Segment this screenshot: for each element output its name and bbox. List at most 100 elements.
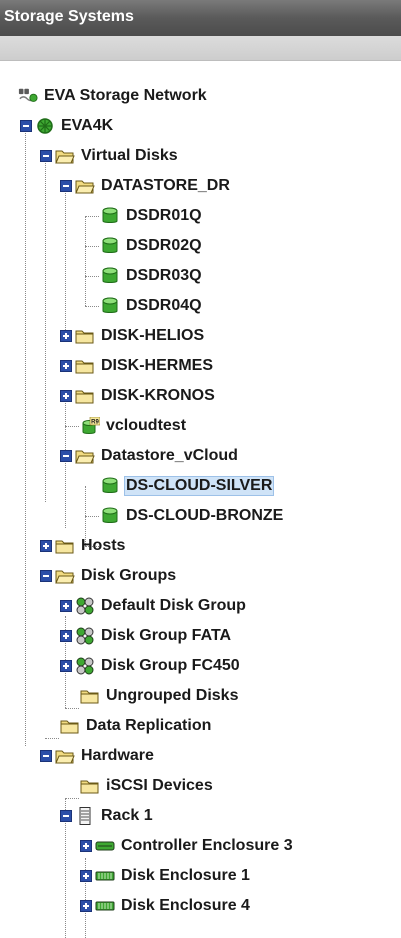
- storage-system-icon: [37, 118, 53, 134]
- tree-node-label: vcloudtest: [106, 417, 187, 434]
- tree-node-label: Ungrouped Disks: [106, 687, 239, 704]
- controller-enclosure-icon: [95, 841, 115, 851]
- tree-node-label: Rack 1: [101, 807, 153, 824]
- folder-icon: [60, 720, 79, 734]
- rack-icon: [79, 807, 91, 825]
- disk-group-icon: [76, 657, 94, 675]
- tree-node-dsdr01q[interactable]: DSDR01Q: [100, 204, 204, 228]
- expand-icon[interactable]: [60, 600, 72, 612]
- tree-node-label: Hardware: [81, 747, 154, 764]
- expand-icon[interactable]: [40, 540, 52, 552]
- tree-node-disk-helios[interactable]: DISK-HELIOS: [60, 324, 206, 348]
- panel-titlebar: Storage Systems: [0, 0, 401, 36]
- tree-node-label: Virtual Disks: [81, 147, 178, 164]
- tree-node-iscsi-devices[interactable]: iSCSI Devices: [80, 774, 215, 798]
- tree-node-dsdr02q[interactable]: DSDR02Q: [100, 234, 204, 258]
- storage-tree: EVA Storage Network EVA4K Virtual Disks …: [0, 60, 401, 938]
- expand-icon[interactable]: [60, 630, 72, 642]
- folder-open-icon: [55, 570, 75, 584]
- tree-node-disk-groups[interactable]: Disk Groups: [40, 564, 178, 588]
- tree-node-default-disk-group[interactable]: Default Disk Group: [60, 594, 248, 618]
- tree-node-eva4k[interactable]: EVA4K: [20, 114, 115, 138]
- expand-icon[interactable]: [60, 390, 72, 402]
- tree-node-label: Controller Enclosure 3: [121, 837, 293, 854]
- tree-node-datastore-dr[interactable]: DATASTORE_DR: [60, 174, 232, 198]
- folder-open-icon: [75, 450, 95, 464]
- expand-icon[interactable]: [60, 360, 72, 372]
- tree-node-dsdr04q[interactable]: DSDR04Q: [100, 294, 204, 318]
- tree-node-label-selected: DS-CLOUD-SILVER: [124, 476, 275, 496]
- tree-node-ungrouped-disks[interactable]: Ungrouped Disks: [80, 684, 240, 708]
- disk-enclosure-icon: [95, 871, 115, 881]
- tree-node-label: EVA4K: [61, 117, 114, 134]
- tree-node-ds-cloud-bronze[interactable]: DS-CLOUD-BRONZE: [100, 504, 285, 528]
- tree-node-label: Disk Enclosure 1: [121, 867, 250, 884]
- folder-open-icon: [55, 150, 75, 164]
- collapse-icon[interactable]: [60, 450, 72, 462]
- disk-group-icon: [76, 627, 94, 645]
- tree-node-label: DISK-HELIOS: [101, 327, 205, 344]
- tree-node-label: DATASTORE_DR: [101, 177, 230, 194]
- tree-node-disk-enclosure-4[interactable]: Disk Enclosure 4: [80, 894, 252, 918]
- tree-node-ds-cloud-silver[interactable]: DS-CLOUD-SILVER: [100, 474, 275, 498]
- tree-node-label: Disk Group FC450: [101, 657, 240, 674]
- replication-badge-text: R9: [91, 420, 99, 426]
- expand-icon[interactable]: [80, 900, 92, 912]
- tree-node-disk-group-fata[interactable]: Disk Group FATA: [60, 624, 233, 648]
- tree-node-data-replication[interactable]: Data Replication: [60, 714, 213, 738]
- tree-node-label: EVA Storage Network: [44, 87, 207, 104]
- folder-icon: [75, 330, 94, 344]
- tree-node-virtual-disks[interactable]: Virtual Disks: [40, 144, 180, 168]
- tree-node-dsdr03q[interactable]: DSDR03Q: [100, 264, 204, 288]
- tree-node-disk-kronos[interactable]: DISK-KRONOS: [60, 384, 217, 408]
- virtual-disk-icon: [102, 477, 118, 493]
- folder-open-icon: [55, 750, 75, 764]
- expand-icon[interactable]: [60, 330, 72, 342]
- tree-node-label: iSCSI Devices: [106, 777, 213, 794]
- collapse-icon[interactable]: [20, 120, 32, 132]
- tree-node-label: Datastore_vCloud: [101, 447, 238, 464]
- tree-node-controller-enclosure-3[interactable]: Controller Enclosure 3: [80, 834, 295, 858]
- replicated-disk-icon: R9: [82, 417, 100, 434]
- collapse-icon[interactable]: [60, 810, 72, 822]
- tree-node-hardware[interactable]: Hardware: [40, 744, 156, 768]
- virtual-disk-icon: [102, 267, 118, 283]
- tree-node-disk-enclosure-1[interactable]: Disk Enclosure 1: [80, 864, 252, 888]
- panel-title: Storage Systems: [4, 8, 134, 25]
- tree-node-label: Disk Enclosure 4: [121, 897, 250, 914]
- folder-icon: [55, 540, 74, 554]
- tree-node-label: Data Replication: [86, 717, 212, 734]
- tree-node-label: DSDR01Q: [126, 207, 202, 224]
- folder-icon: [80, 780, 99, 794]
- tree-node-rack-1[interactable]: Rack 1: [60, 804, 155, 828]
- disk-enclosure-icon: [95, 901, 115, 911]
- tree-node-label: DSDR04Q: [126, 297, 202, 314]
- tree-node-label: DS-CLOUD-BRONZE: [126, 507, 284, 524]
- tree-node-label: Default Disk Group: [101, 597, 246, 614]
- folder-open-icon: [75, 180, 95, 194]
- disk-group-icon: [76, 597, 94, 615]
- virtual-disk-icon: [102, 297, 118, 313]
- tree-node-label: Hosts: [81, 537, 126, 554]
- folder-icon: [75, 360, 94, 374]
- virtual-disk-icon: [102, 507, 118, 523]
- tree-node-label: Disk Groups: [81, 567, 177, 584]
- expand-icon[interactable]: [60, 660, 72, 672]
- tree-node-datastore-vcloud[interactable]: Datastore_vCloud: [60, 444, 240, 468]
- expand-icon[interactable]: [80, 840, 92, 852]
- collapse-icon[interactable]: [60, 180, 72, 192]
- tree-node-label: DISK-KRONOS: [101, 387, 215, 404]
- tree-node-label: DISK-HERMES: [101, 357, 214, 374]
- tree-node-storage-network[interactable]: EVA Storage Network: [18, 84, 209, 108]
- collapse-icon[interactable]: [40, 750, 52, 762]
- tree-node-disk-hermes[interactable]: DISK-HERMES: [60, 354, 215, 378]
- tree-node-label: DSDR02Q: [126, 237, 202, 254]
- collapse-icon[interactable]: [40, 570, 52, 582]
- tree-node-vcloudtest[interactable]: R9 vcloudtest: [80, 414, 188, 438]
- folder-icon: [80, 690, 99, 704]
- expand-icon[interactable]: [80, 870, 92, 882]
- tree-node-hosts[interactable]: Hosts: [40, 534, 127, 558]
- storage-network-icon: [18, 88, 38, 102]
- collapse-icon[interactable]: [40, 150, 52, 162]
- tree-node-disk-group-fc450[interactable]: Disk Group FC450: [60, 654, 242, 678]
